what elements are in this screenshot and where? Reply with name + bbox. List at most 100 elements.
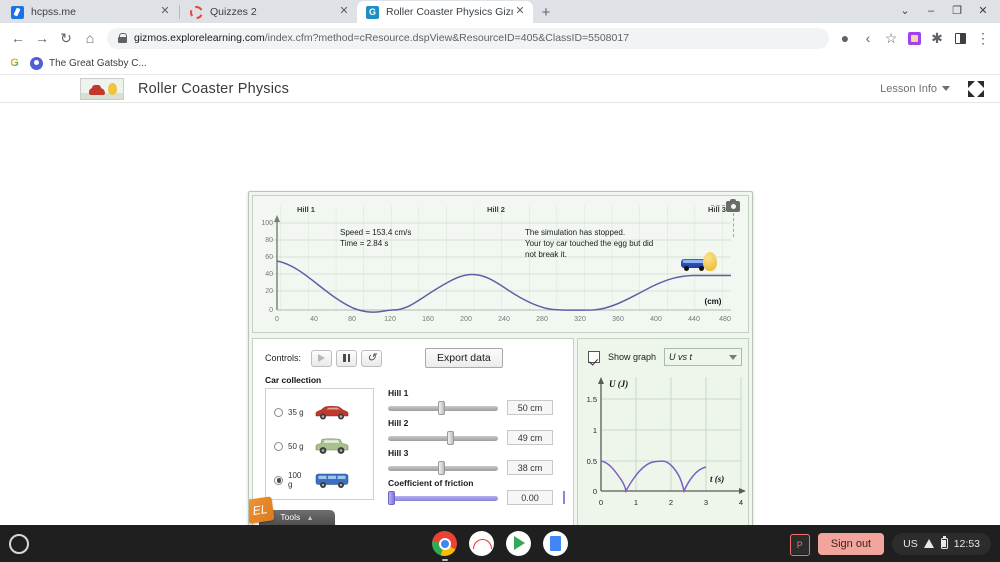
gizmo-applet: 100 80 60 40 20 0 0 40 80 120 160 200 24…	[248, 191, 753, 525]
wifi-icon	[923, 539, 935, 548]
hill-2-slider[interactable]	[388, 430, 498, 445]
extensions-puzzle-icon[interactable]: ✱	[926, 26, 948, 50]
reload-icon[interactable]: ↻	[54, 26, 78, 50]
maximize-icon[interactable]: ❐	[944, 0, 970, 23]
hill-1-slider[interactable]	[388, 400, 498, 415]
radio-icon[interactable]	[274, 407, 283, 417]
gizmo-header: Roller Coaster Physics Lesson Info	[0, 75, 1000, 103]
close-icon[interactable]: ✕	[513, 5, 527, 19]
slider-label: Hill 1	[388, 388, 409, 398]
car-mass-label: 35 g	[288, 407, 304, 417]
fullscreen-expand-icon[interactable]	[968, 80, 984, 97]
hill-2-value[interactable]: 49 cm	[507, 430, 553, 445]
export-data-button[interactable]: Export data	[425, 348, 503, 368]
quizizz-icon	[30, 57, 43, 70]
hill-3-slider[interactable]	[388, 460, 498, 475]
svg-text:80: 80	[265, 237, 273, 244]
chevron-down-icon	[729, 354, 738, 360]
slider-group: Hill 1 50 cm Hill 2 49 cm Hill 3 38 cm C…	[374, 388, 573, 508]
explorelearning-badge-icon: EL	[249, 496, 275, 524]
tab-title: Quizzes 2	[210, 6, 257, 18]
bookmarks-bar: G The Great Gatsby C...	[0, 53, 1000, 75]
car-option-100g[interactable]: 100 g	[274, 463, 373, 497]
slider-hill-2: Hill 2 49 cm	[388, 418, 565, 445]
bookmark-google[interactable]: G	[8, 57, 21, 70]
friction-value[interactable]: 0.00	[507, 490, 553, 505]
car-option-50g[interactable]: 50 g	[274, 429, 373, 463]
bookmark-star-icon[interactable]: ☆	[880, 26, 902, 50]
slider-label: Hill 2	[388, 418, 409, 428]
chromeos-shelf: Sign out US 12:53	[0, 525, 1000, 562]
docs-app-icon[interactable]	[543, 531, 568, 556]
svg-text:1: 1	[593, 426, 597, 435]
shelf-app-list	[432, 531, 568, 561]
toolbar-actions: ● ‹ ☆ ✱ ⋮	[834, 26, 994, 50]
forward-icon[interactable]: →	[30, 26, 54, 50]
graph-type-select[interactable]: U vs t	[664, 348, 743, 366]
close-icon[interactable]: ✕	[337, 5, 351, 19]
sign-out-button[interactable]: Sign out	[817, 532, 885, 555]
lock-icon	[117, 33, 127, 43]
svg-text:1: 1	[634, 498, 638, 507]
svg-text:40: 40	[310, 316, 318, 323]
hcpss-favicon	[11, 5, 24, 19]
radio-icon[interactable]	[274, 441, 283, 451]
svg-text:400: 400	[650, 316, 662, 323]
chrome-app-icon[interactable]	[432, 531, 457, 561]
url-path: /index.cfm?method=cResource.dspView&Reso…	[264, 32, 630, 44]
car-option-35g[interactable]: 35 g	[274, 395, 373, 429]
hill-1-value[interactable]: 50 cm	[507, 400, 553, 415]
show-graph-checkbox[interactable]	[588, 351, 600, 363]
friction-slider[interactable]	[388, 490, 498, 505]
pin-extension-icon[interactable]	[789, 533, 810, 556]
svg-text:320: 320	[574, 316, 586, 323]
launcher-circle-icon[interactable]	[9, 533, 29, 554]
play-button[interactable]	[311, 349, 333, 367]
svg-text:40: 40	[265, 271, 273, 278]
reset-button[interactable]: ↺	[361, 349, 383, 367]
svg-text:480: 480	[719, 316, 731, 323]
desmos-app-icon[interactable]	[469, 531, 494, 556]
bookmark-gatsby[interactable]: The Great Gatsby C...	[30, 57, 147, 70]
location-pin-icon[interactable]: ●	[834, 26, 856, 50]
playback-buttons: ↺	[311, 349, 383, 367]
close-icon[interactable]: ✕	[158, 5, 172, 19]
tab-search-icon[interactable]: ⌄	[892, 0, 918, 23]
header-actions: Lesson Info	[880, 80, 984, 97]
simulation-panel[interactable]: 100 80 60 40 20 0 0 40 80 120 160 200 24…	[252, 195, 749, 333]
browser-tab-quizzes[interactable]: Quizzes 2 ✕	[181, 1, 357, 23]
controls-panel: Controls: ↺ Export data Car collection 3…	[249, 338, 574, 525]
camera-snapshot-icon[interactable]	[726, 198, 740, 212]
back-icon[interactable]: ←	[6, 26, 30, 50]
lesson-info-dropdown[interactable]: Lesson Info	[880, 83, 950, 95]
hill-3-value[interactable]: 38 cm	[507, 460, 553, 475]
browser-tab-hcpss[interactable]: hcpss.me ✕	[2, 1, 178, 23]
play-store-app-icon[interactable]	[506, 531, 531, 556]
suv-car-icon	[312, 436, 352, 456]
pause-button[interactable]	[336, 349, 358, 367]
chrome-menu-icon[interactable]: ⋮	[972, 26, 994, 50]
gizmo-thumbnail-icon	[80, 77, 124, 100]
address-bar[interactable]: gizmos.explorelearning.com /index.cfm?me…	[107, 27, 829, 49]
slider-hill-3: Hill 3 38 cm	[388, 448, 565, 475]
svg-text:2: 2	[669, 498, 673, 507]
side-panel-icon[interactable]	[949, 26, 971, 50]
van-car-icon	[312, 470, 352, 490]
new-tab-button[interactable]: +	[533, 1, 559, 23]
status-tray[interactable]: US 12:53	[892, 532, 991, 555]
gizmo-favicon	[366, 5, 379, 19]
close-window-icon[interactable]: ✕	[970, 0, 996, 23]
extension-purple-icon[interactable]	[903, 26, 925, 50]
share-icon[interactable]: ‹	[857, 26, 879, 50]
radio-icon[interactable]	[274, 475, 283, 485]
status-line-3: not break it.	[525, 250, 567, 259]
minimize-icon[interactable]: –	[918, 0, 944, 23]
home-icon[interactable]: ⌂	[78, 26, 102, 50]
url-host: gizmos.explorelearning.com	[134, 32, 265, 44]
car-mass-label: 100 g	[288, 471, 302, 489]
tools-label: Tools	[280, 512, 301, 522]
slider-label: Hill 3	[388, 448, 409, 458]
svg-text:(cm): (cm)	[705, 297, 722, 306]
egg-sprite	[703, 252, 717, 271]
browser-tab-gizmo[interactable]: Roller Coaster Physics Gizmo : E ✕	[357, 1, 533, 23]
